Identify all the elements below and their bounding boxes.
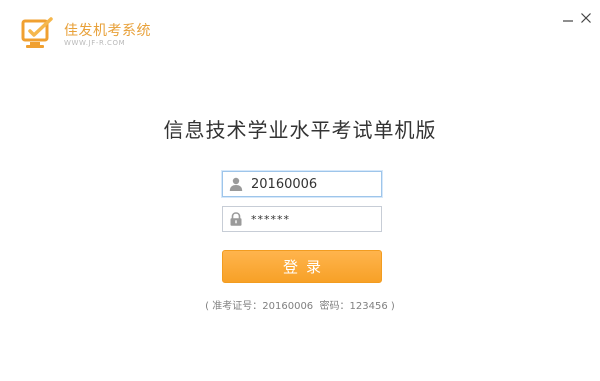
credentials-hint: ( 准考证号：20160006 密码：123456 ) xyxy=(0,297,600,312)
login-window: 佳发机考系统 WWW.JF-R.COM 信息技术学业水平考试单机版 登录 ( 准… xyxy=(0,0,600,381)
password-input[interactable] xyxy=(251,207,377,231)
password-field[interactable] xyxy=(222,206,382,232)
minimize-icon[interactable] xyxy=(560,10,576,26)
username-field[interactable] xyxy=(222,171,382,197)
hint-open-paren: ( xyxy=(205,301,210,312)
hint-password-label: 密码： xyxy=(319,301,350,312)
login-button[interactable]: 登录 xyxy=(222,250,382,283)
hint-candidate-label: 准考证号： xyxy=(212,301,263,312)
app-logo-icon xyxy=(21,17,53,48)
app-name: 佳发机考系统 xyxy=(64,23,151,39)
close-icon[interactable] xyxy=(578,10,594,26)
lock-icon xyxy=(230,212,242,226)
username-input[interactable] xyxy=(251,172,377,196)
hint-password-value: 123456 xyxy=(349,301,388,312)
hint-candidate-value: 20160006 xyxy=(262,301,314,312)
page-title: 信息技术学业水平考试单机版 xyxy=(163,118,437,142)
app-url: WWW.JF-R.COM xyxy=(64,39,126,47)
user-icon xyxy=(229,177,243,191)
hint-close-paren: ) xyxy=(390,301,395,312)
